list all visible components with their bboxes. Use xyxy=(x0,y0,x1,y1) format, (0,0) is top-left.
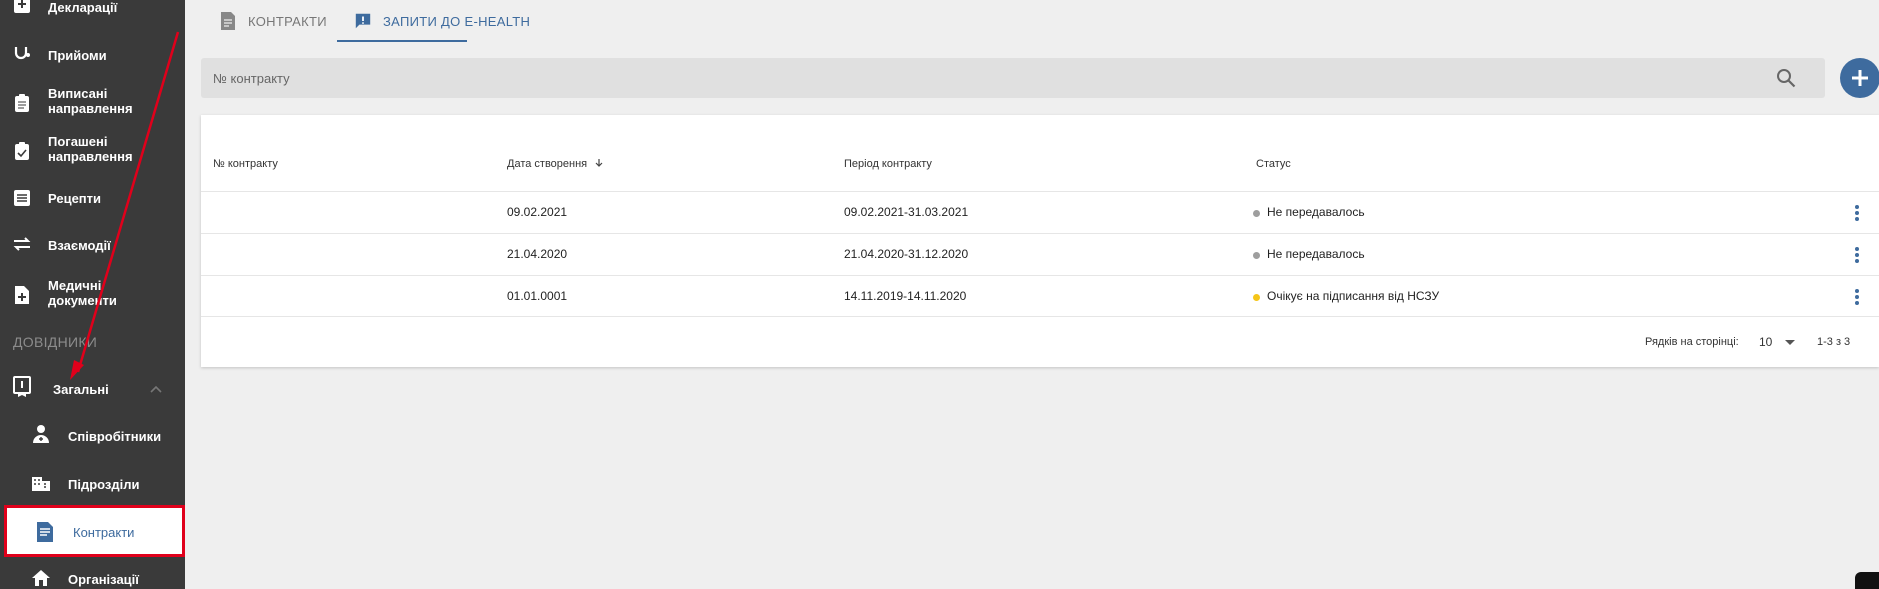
caret-down-icon[interactable] xyxy=(1785,340,1795,345)
table-row[interactable]: 09.02.2021 09.02.2021-31.03.2021 Не пере… xyxy=(201,191,1879,233)
column-header-created[interactable]: Дата створення xyxy=(507,158,604,170)
sidebar-item-contracts[interactable]: Контракти xyxy=(4,505,185,557)
sidebar-item-label: Взаємодії xyxy=(48,238,111,253)
sidebar-item-issued-referrals[interactable]: Виписані направлення xyxy=(0,86,185,120)
cell-status: Не передавалось xyxy=(1267,247,1365,261)
chevron-up-icon[interactable] xyxy=(150,383,162,395)
sidebar-item-departments[interactable]: Підрозділи xyxy=(0,472,185,496)
sidebar-group-label: Загальні xyxy=(53,382,109,397)
plus-icon xyxy=(1852,70,1868,86)
sidebar-item-label: Прийоми xyxy=(48,48,107,63)
more-vert-icon[interactable] xyxy=(1854,246,1860,266)
rows-per-page-label: Рядків на сторінці: xyxy=(1645,336,1739,348)
sidebar-item-label: Погашені направлення xyxy=(48,134,133,164)
sidebar: Декларації Прийоми Виписані направлення … xyxy=(0,0,185,589)
medical-doc-icon xyxy=(12,285,32,305)
cell-created: 21.04.2020 xyxy=(507,247,568,261)
column-header-label: Дата створення xyxy=(507,158,588,170)
sidebar-item-redeemed-referrals[interactable]: Погашені направлення xyxy=(0,134,185,168)
sidebar-item-declarations[interactable]: Декларації xyxy=(0,0,185,22)
sidebar-item-organizations[interactable]: Організації xyxy=(0,566,185,589)
status-dot xyxy=(1253,252,1260,259)
clipboard-check-icon xyxy=(12,141,32,161)
status-dot xyxy=(1253,210,1260,217)
sidebar-item-label: Медичні документи xyxy=(48,278,117,308)
cell-created: 01.01.0001 xyxy=(507,289,568,303)
sidebar-item-label: Виписані направлення xyxy=(48,86,133,116)
swap-icon xyxy=(12,234,32,254)
contracts-table: № контракту Дата створення Період контра… xyxy=(201,115,1879,367)
column-header-status[interactable]: Статус xyxy=(1256,158,1291,170)
contract-icon xyxy=(36,521,56,543)
sidebar-item-interactions[interactable]: Взаємодії xyxy=(0,234,185,256)
cell-period: 09.02.2021-31.03.2021 xyxy=(844,205,969,219)
list-icon xyxy=(12,188,32,208)
sidebar-item-label: Рецепти xyxy=(48,191,102,206)
more-vert-icon[interactable] xyxy=(1854,288,1860,308)
feedback-icon xyxy=(354,11,372,31)
clipboard-icon xyxy=(12,93,32,113)
cell-created: 09.02.2021 xyxy=(507,205,568,219)
contract-doc-icon xyxy=(219,11,237,31)
more-vert-icon[interactable] xyxy=(1854,204,1860,224)
pagination-range: 1-3 з 3 xyxy=(1817,336,1851,348)
status-dot xyxy=(1253,294,1260,301)
sidebar-item-appointments[interactable]: Прийоми xyxy=(0,44,185,66)
table-row[interactable]: 21.04.2020 21.04.2020-31.12.2020 Не пере… xyxy=(201,233,1879,275)
stethoscope-icon xyxy=(12,44,32,64)
cell-status: Очікує на підписання від НСЗУ xyxy=(1267,289,1440,303)
search-input[interactable] xyxy=(213,58,1713,98)
sidebar-item-label: Контракти xyxy=(73,525,135,540)
cell-period: 21.04.2020-31.12.2020 xyxy=(844,247,969,261)
tab-label: КОНТРАКТИ xyxy=(248,13,327,29)
column-header-period[interactable]: Період контракту xyxy=(844,158,932,170)
cell-period: 14.11.2019-14.11.2020 xyxy=(844,289,967,303)
search-icon[interactable] xyxy=(1775,67,1797,89)
section-title-references: ДОВІДНИКИ xyxy=(13,334,98,350)
sidebar-item-employees[interactable]: Співробітники xyxy=(0,424,185,448)
add-request-button[interactable] xyxy=(1840,58,1879,98)
chat-widget[interactable] xyxy=(1855,572,1879,589)
arrow-down-icon xyxy=(595,159,603,167)
sidebar-item-prescriptions[interactable]: Рецепти xyxy=(0,188,185,210)
sidebar-item-label: Декларації xyxy=(48,0,118,15)
plus-doc-icon xyxy=(12,0,32,14)
search-bar xyxy=(201,58,1825,98)
home-icon xyxy=(31,568,51,588)
rows-per-page-select[interactable]: 10 xyxy=(1759,335,1772,349)
sidebar-item-label: Організації xyxy=(68,572,139,587)
cell-status: Не передавалось xyxy=(1267,205,1365,219)
sidebar-item-label: Співробітники xyxy=(68,429,162,444)
tab-contracts[interactable]: КОНТРАКТИ xyxy=(219,0,327,42)
table-row[interactable]: 01.01.0001 14.11.2019-14.11.2020 Очікує … xyxy=(201,275,1879,317)
book-icon xyxy=(12,376,32,397)
building-icon xyxy=(31,474,51,494)
column-header-number[interactable]: № контракту xyxy=(213,158,278,170)
tab-label: ЗАПИТИ ДО E-HEALTH xyxy=(383,13,531,29)
doctor-icon xyxy=(31,424,51,444)
tab-ehealth-requests[interactable]: ЗАПИТИ ДО E-HEALTH xyxy=(354,0,530,42)
sidebar-item-medical-documents[interactable]: Медичні документи xyxy=(0,278,185,312)
tab-active-indicator xyxy=(337,40,467,42)
sidebar-item-label: Підрозділи xyxy=(68,477,140,492)
